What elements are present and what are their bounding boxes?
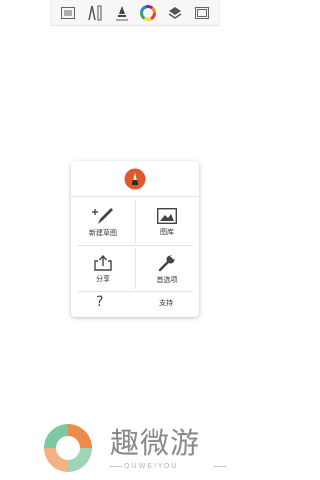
watermark-subtitle: QUWEIYOU	[124, 462, 179, 470]
list-icon[interactable]	[58, 3, 78, 23]
new-sketch-label: 新建草图	[89, 228, 117, 237]
watermark-dash-left	[110, 466, 122, 467]
top-toolbar	[50, 0, 220, 26]
wrench-icon	[158, 255, 175, 271]
preferences-label: 首选项	[156, 275, 178, 284]
divider	[135, 249, 136, 289]
share-button[interactable]: 分享	[71, 246, 135, 292]
ruler-compass-icon[interactable]	[85, 3, 105, 23]
app-logo-area	[71, 161, 199, 197]
gallery-icon	[157, 207, 177, 224]
canvas-frame-icon[interactable]	[192, 3, 212, 23]
new-sketch-button[interactable]: 新建草图	[71, 199, 135, 245]
color-wheel-icon[interactable]	[138, 3, 158, 23]
gallery-label: 图库	[160, 227, 174, 236]
new-sketch-icon	[92, 207, 113, 224]
share-label: 分享	[96, 274, 110, 283]
share-icon	[94, 254, 112, 271]
brush-icon[interactable]	[112, 3, 132, 23]
preferences-button[interactable]: 首选项	[135, 246, 199, 292]
gallery-button[interactable]: 图库	[135, 199, 199, 245]
watermark-dash-right	[214, 466, 226, 467]
help-icon[interactable]: ?	[96, 294, 103, 310]
main-menu-card: 新建草图 图库 分享 首选项 ? 支持	[71, 161, 199, 317]
quweiyou-logo-icon	[44, 424, 92, 472]
help-row: ? 支持	[71, 290, 199, 317]
divider	[135, 201, 136, 243]
watermark-brand: 趣微游	[110, 426, 201, 460]
sketch-app-logo-icon	[124, 168, 146, 189]
support-link[interactable]: 支持	[159, 298, 173, 308]
layers-icon[interactable]	[165, 3, 185, 23]
